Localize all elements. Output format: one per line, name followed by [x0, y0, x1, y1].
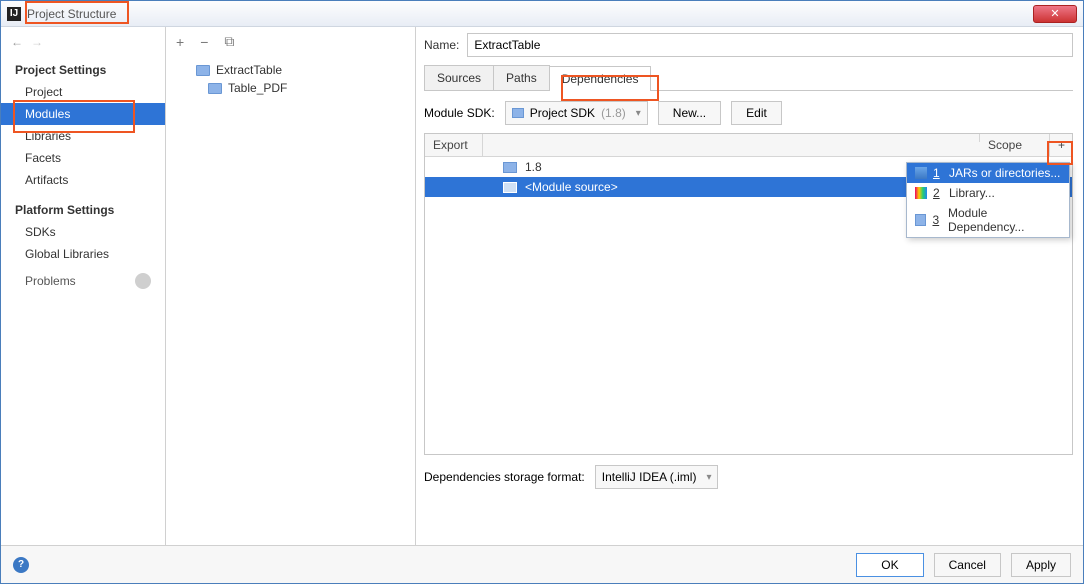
tab-paths[interactable]: Paths — [493, 65, 550, 90]
module-icon — [915, 214, 926, 226]
popup-num: 1 — [933, 166, 943, 180]
tab-dependencies[interactable]: Dependencies — [549, 66, 652, 91]
nav-back-forward: ← → — [1, 27, 165, 57]
remove-icon[interactable]: − — [200, 34, 208, 50]
library-icon — [915, 187, 927, 199]
tree-toolbar: + − ⧉ — [166, 27, 415, 57]
sdk-row: Module SDK: Project SDK (1.8) ▾ New... E… — [424, 101, 1073, 125]
copy-icon[interactable]: ⧉ — [224, 33, 234, 50]
cancel-button[interactable]: Cancel — [934, 553, 1001, 577]
sdk-combo[interactable]: Project SDK (1.8) ▾ — [505, 101, 648, 125]
tree-child-label: Table_PDF — [228, 81, 287, 95]
problems-label: Problems — [25, 274, 76, 288]
header-main — [483, 134, 980, 142]
footer-buttons: OK Cancel Apply — [856, 553, 1071, 577]
new-sdk-button[interactable]: New... — [658, 101, 721, 125]
popup-num: 3 — [932, 213, 941, 227]
nav-problems[interactable]: Problems — [1, 265, 165, 293]
folder-icon — [208, 83, 222, 94]
close-button[interactable]: ✕ — [1033, 5, 1077, 23]
edit-sdk-button[interactable]: Edit — [731, 101, 782, 125]
titlebar: IJ Project Structure ✕ — [1, 1, 1083, 27]
storage-row: Dependencies storage format: IntelliJ ID… — [424, 465, 1073, 489]
popup-library[interactable]: 2 Library... — [907, 183, 1069, 203]
jar-icon — [915, 167, 927, 179]
header-export[interactable]: Export — [425, 134, 483, 156]
left-sidebar: ← → Project Settings Project Modules Lib… — [1, 27, 166, 545]
nav-libraries[interactable]: Libraries — [1, 125, 165, 147]
dep-module-source-label: <Module source> — [525, 180, 618, 194]
module-name-input[interactable] — [467, 33, 1073, 57]
dep-sdk-label: 1.8 — [525, 160, 542, 174]
add-dependency-popup: 1 JARs or directories... 2 Library... 3 … — [906, 162, 1070, 238]
storage-combo[interactable]: IntelliJ IDEA (.iml) ▾ — [595, 465, 719, 489]
section-project-settings: Project Settings — [1, 57, 165, 81]
help-icon[interactable]: ? — [13, 557, 29, 573]
dialog-footer: ? OK Cancel Apply — [1, 545, 1083, 583]
module-tree-pane: + − ⧉ ExtractTable Table_PDF — [166, 27, 416, 545]
ok-button[interactable]: OK — [856, 553, 923, 577]
section-platform-settings: Platform Settings — [1, 197, 165, 221]
dependencies-table: Export Scope + 1.8 <Module source> − ✎ — [424, 133, 1073, 455]
nav-project[interactable]: Project — [1, 81, 165, 103]
tree-root-label: ExtractTable — [216, 63, 282, 77]
module-tabs: Sources Paths Dependencies — [424, 65, 1073, 91]
main-content: ← → Project Settings Project Modules Lib… — [1, 27, 1083, 545]
sdk-value: Project SDK — [530, 106, 595, 120]
chevron-down-icon: ▾ — [706, 472, 711, 483]
window-buttons: ✕ — [1033, 5, 1083, 23]
nav-global-libraries[interactable]: Global Libraries — [1, 243, 165, 265]
back-icon[interactable]: ← — [11, 35, 23, 49]
tab-sources[interactable]: Sources — [424, 65, 494, 90]
tree-root[interactable]: ExtractTable — [172, 61, 409, 79]
module-tree: ExtractTable Table_PDF — [166, 57, 415, 101]
storage-label: Dependencies storage format: — [424, 470, 585, 484]
nav-artifacts[interactable]: Artifacts — [1, 169, 165, 191]
nav-facets[interactable]: Facets — [1, 147, 165, 169]
add-icon[interactable]: + — [176, 34, 184, 50]
tree-child[interactable]: Table_PDF — [172, 79, 409, 97]
folder-icon — [512, 108, 524, 118]
popup-jars-label: JARs or directories... — [949, 166, 1060, 180]
dep-header: Export Scope + — [425, 134, 1072, 157]
nav-sdks[interactable]: SDKs — [1, 221, 165, 243]
apply-button[interactable]: Apply — [1011, 553, 1071, 577]
sdk-label: Module SDK: — [424, 106, 495, 120]
sdk-version: (1.8) — [601, 106, 626, 120]
name-label: Name: — [424, 38, 459, 52]
folder-icon — [503, 182, 517, 193]
storage-value: IntelliJ IDEA (.iml) — [602, 470, 697, 484]
popup-jars[interactable]: 1 JARs or directories... — [907, 163, 1069, 183]
nav-modules[interactable]: Modules — [1, 103, 165, 125]
problems-badge — [135, 273, 151, 289]
folder-icon — [503, 162, 517, 173]
app-icon: IJ — [7, 7, 21, 21]
chevron-down-icon: ▾ — [636, 108, 641, 119]
popup-moddep-label: Module Dependency... — [948, 206, 1061, 234]
folder-icon — [196, 65, 210, 76]
forward-icon[interactable]: → — [31, 35, 43, 49]
window-title: Project Structure — [27, 7, 116, 21]
popup-module-dep[interactable]: 3 Module Dependency... — [907, 203, 1069, 237]
popup-library-label: Library... — [949, 186, 995, 200]
popup-num: 2 — [933, 186, 943, 200]
add-dependency-button[interactable]: + — [1050, 134, 1072, 156]
name-row: Name: — [424, 33, 1073, 57]
module-editor: Name: Sources Paths Dependencies Module … — [416, 27, 1083, 545]
header-scope[interactable]: Scope — [980, 134, 1050, 156]
